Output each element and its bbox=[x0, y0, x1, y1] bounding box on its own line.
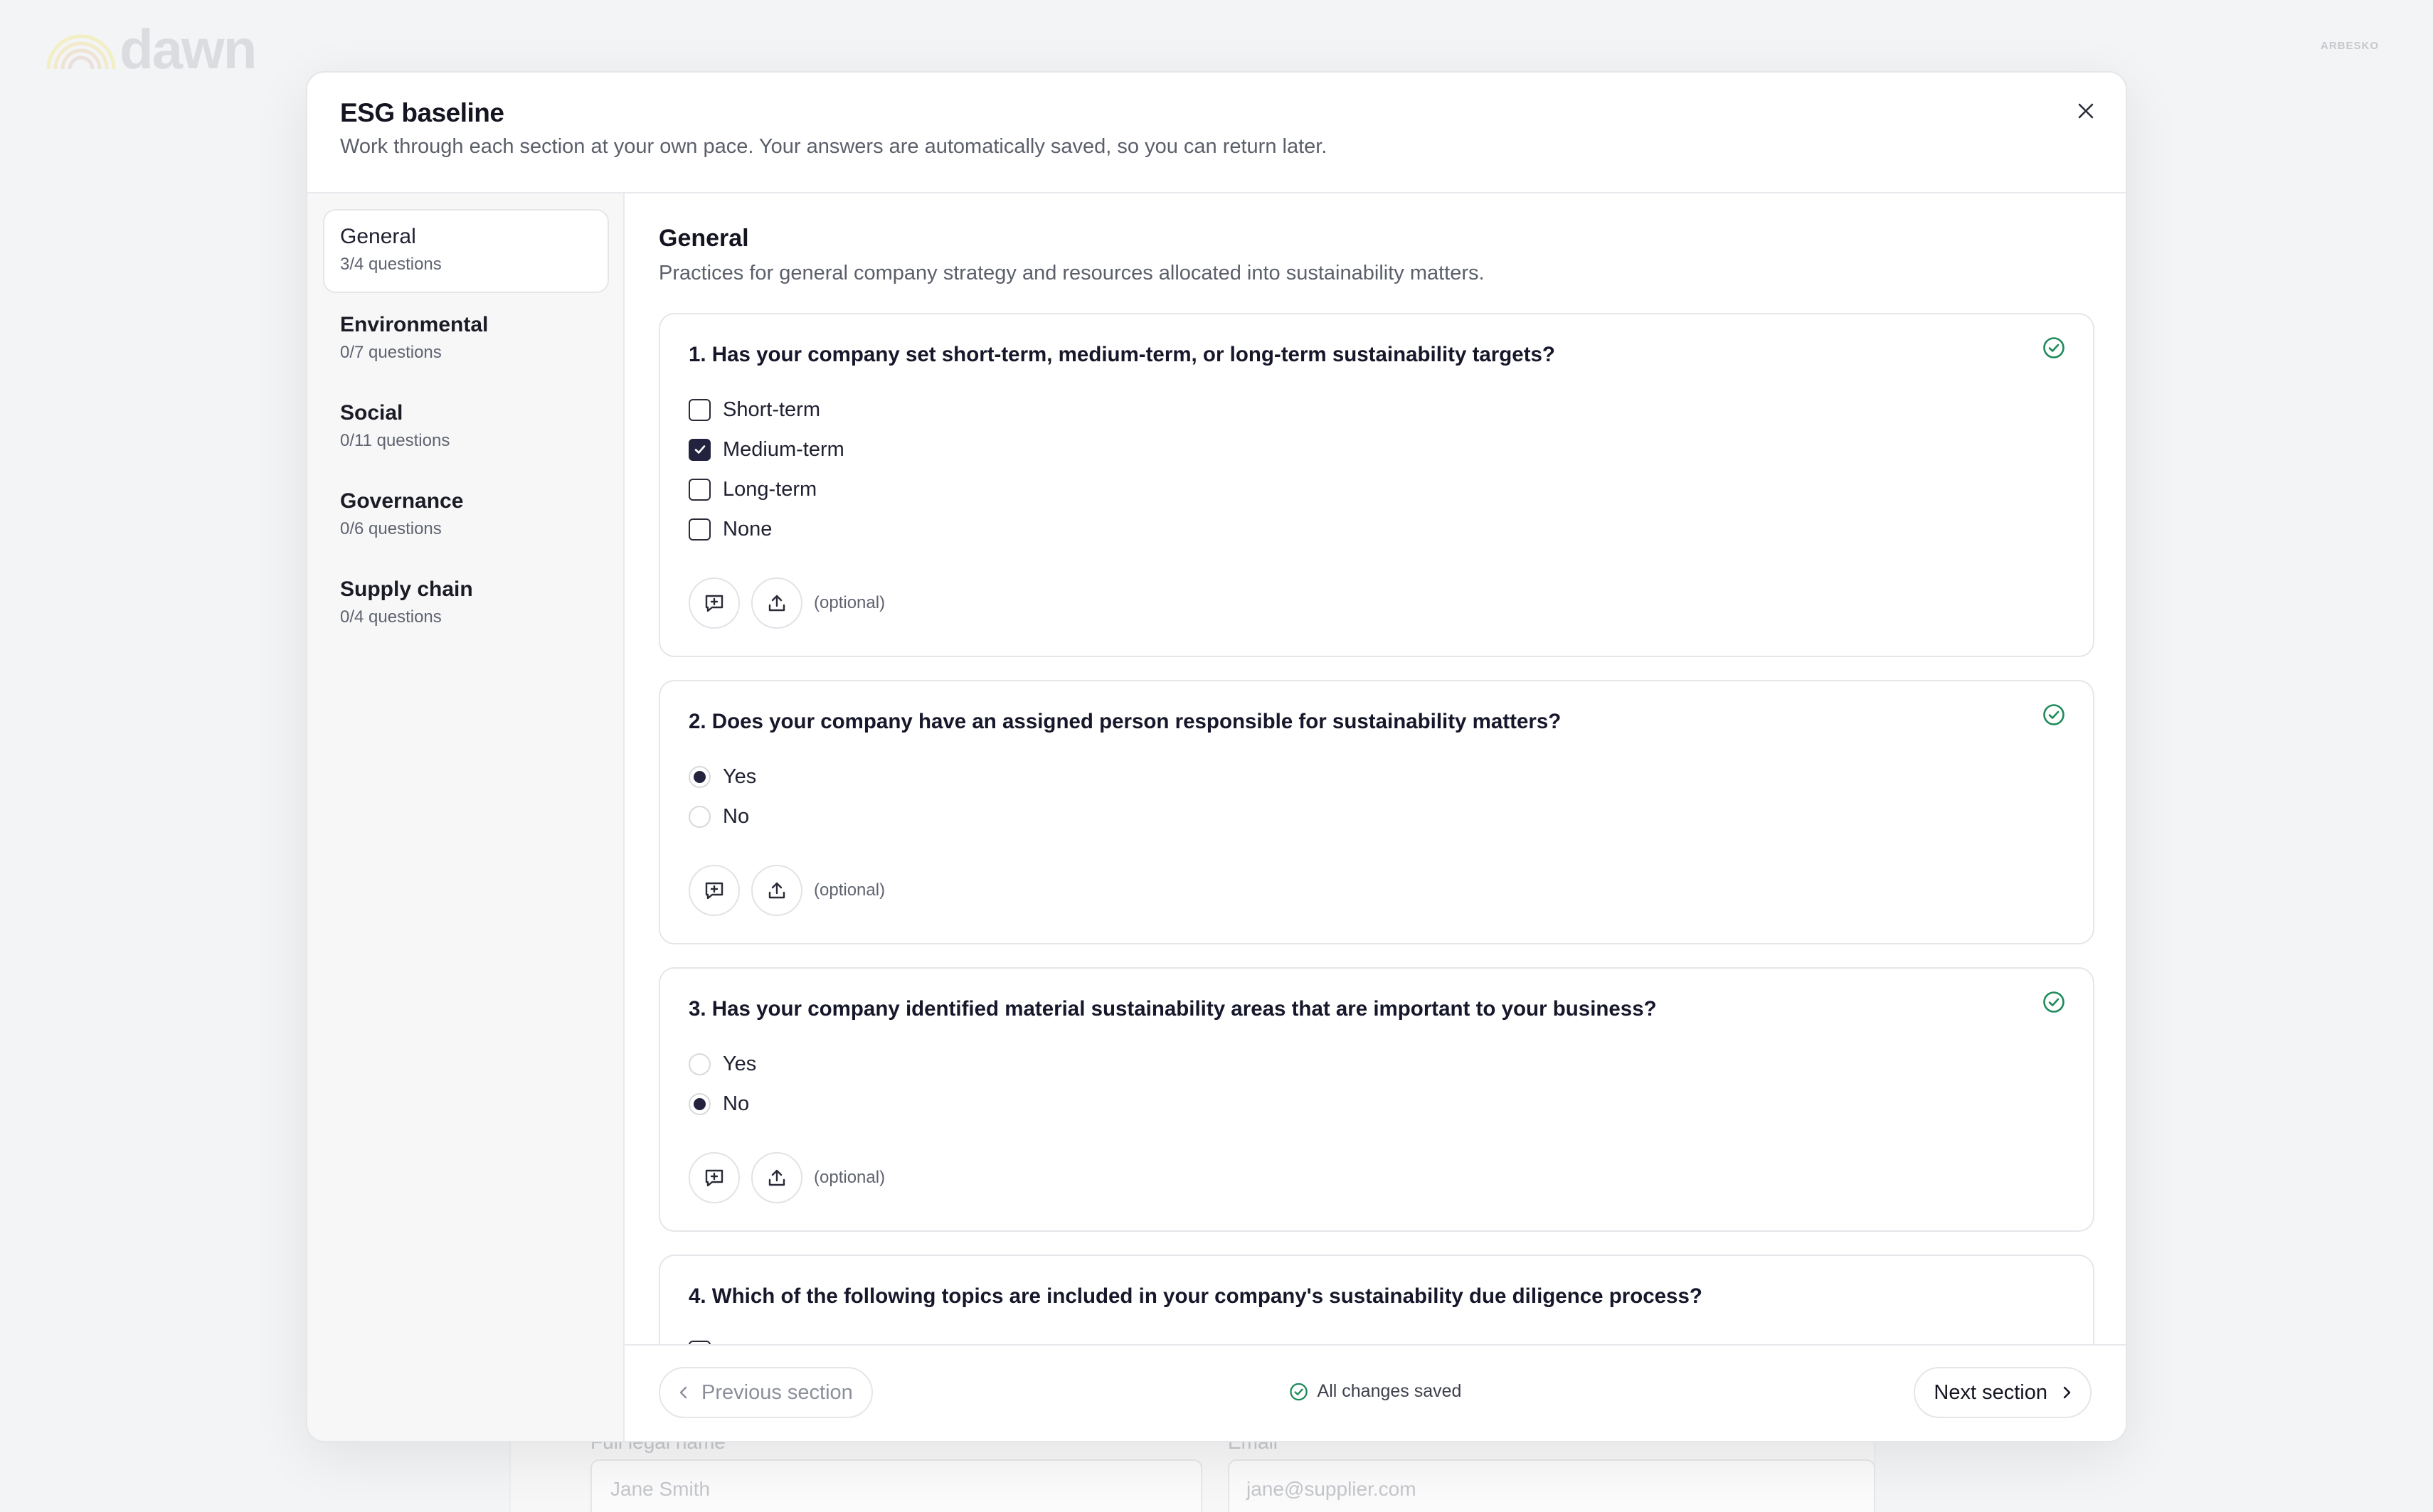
comment-plus-icon bbox=[705, 595, 723, 612]
sidebar-item-label: Social bbox=[340, 401, 403, 425]
question-card-1: 1. Has your company set short-term, medi… bbox=[659, 313, 2094, 657]
sidebar-item-environmental[interactable]: Environmental 0/7 questions bbox=[323, 297, 609, 381]
upload-file-button[interactable] bbox=[751, 865, 802, 916]
answered-check-icon bbox=[2043, 704, 2064, 725]
question-text: 4. Which of the following topics are inc… bbox=[689, 1284, 1702, 1308]
option-label: Short-term bbox=[723, 398, 820, 421]
answered-check-icon bbox=[2043, 337, 2064, 358]
radio-selected[interactable] bbox=[689, 765, 711, 788]
checkbox-option-none[interactable]: None bbox=[689, 515, 772, 543]
checkbox-option[interactable] bbox=[689, 1337, 711, 1344]
next-section-label: Next section bbox=[1934, 1380, 2047, 1404]
question-text: 1. Has your company set short-term, medi… bbox=[689, 343, 1555, 366]
chevron-left-icon bbox=[679, 1386, 687, 1399]
checkbox-option-short-term[interactable]: Short-term bbox=[689, 395, 820, 424]
radio[interactable] bbox=[689, 1053, 711, 1075]
question-text: 3. Has your company identified material … bbox=[689, 997, 1657, 1021]
comment-plus-icon bbox=[705, 882, 723, 900]
checkbox[interactable] bbox=[689, 518, 711, 541]
save-status-label: All changes saved bbox=[1317, 1381, 1462, 1401]
option-label: No bbox=[723, 804, 750, 828]
add-comment-button[interactable] bbox=[689, 1152, 740, 1203]
question-card-3: 3. Has your company identified material … bbox=[659, 967, 2094, 1232]
sidebar-item-supply-chain[interactable]: Supply chain 0/4 questions bbox=[323, 562, 609, 646]
close-icon bbox=[2078, 103, 2094, 119]
question-text: 2. Does your company have an assigned pe… bbox=[689, 710, 1562, 733]
option-label: Long-term bbox=[723, 477, 817, 501]
section-title: General bbox=[659, 225, 749, 252]
upload-file-button[interactable] bbox=[751, 577, 802, 629]
checkbox[interactable] bbox=[689, 478, 711, 501]
background-logo: dawn bbox=[43, 18, 257, 80]
sidebar-item-label: General bbox=[340, 225, 416, 248]
question-card-4: 4. Which of the following topics are inc… bbox=[659, 1255, 2094, 1344]
radio-selected[interactable] bbox=[689, 1092, 711, 1115]
sidebar-item-count: 0/7 questions bbox=[340, 343, 442, 362]
sidebar-item-governance[interactable]: Governance 0/6 questions bbox=[323, 474, 609, 558]
question-actions: (optional) bbox=[689, 577, 885, 629]
background-brand: ARBESKO bbox=[2320, 40, 2379, 52]
sidebar-item-count: 3/4 questions bbox=[340, 255, 442, 274]
option-label: None bbox=[723, 517, 773, 541]
sidebar-item-count: 0/4 questions bbox=[340, 607, 442, 627]
section-description: Practices for general company strategy a… bbox=[659, 262, 1485, 284]
radio[interactable] bbox=[689, 805, 711, 828]
modal-header: ESG baseline Work through each section a… bbox=[307, 73, 2126, 193]
background-logo-text: dawn bbox=[120, 18, 257, 80]
background-name-placeholder: Jane Smith bbox=[610, 1478, 711, 1500]
option-label: No bbox=[723, 1092, 750, 1115]
checkmark-icon bbox=[694, 445, 705, 454]
saved-check-icon bbox=[1290, 1383, 1308, 1400]
sidebar-item-general[interactable]: General 3/4 questions bbox=[323, 209, 609, 293]
radio-option-yes[interactable]: Yes bbox=[689, 1050, 756, 1078]
chevron-right-icon bbox=[2063, 1386, 2071, 1399]
sidebar-item-label: Supply chain bbox=[340, 577, 473, 601]
upload-icon bbox=[768, 882, 785, 899]
optional-label: (optional) bbox=[814, 593, 886, 612]
optional-label: (optional) bbox=[814, 880, 886, 900]
radio-option-yes[interactable]: Yes bbox=[689, 762, 756, 791]
add-comment-button[interactable] bbox=[689, 577, 740, 629]
questions-panel[interactable]: General Practices for general company st… bbox=[625, 193, 2126, 1344]
sidebar-item-label: Governance bbox=[340, 489, 464, 513]
optional-label: (optional) bbox=[814, 1168, 886, 1187]
question-actions: (optional) bbox=[689, 1152, 885, 1203]
sunrise-logo-icon bbox=[46, 34, 116, 70]
option-label: Medium-term bbox=[723, 437, 844, 461]
question-actions: (optional) bbox=[689, 865, 885, 916]
sidebar-item-label: Environmental bbox=[340, 313, 489, 336]
background-email-placeholder: jane@supplier.com bbox=[1246, 1478, 1416, 1500]
esg-baseline-modal: ESG baseline Work through each section a… bbox=[306, 71, 2127, 1442]
previous-section-button[interactable]: Previous section bbox=[659, 1367, 873, 1418]
sidebar-item-count: 0/11 questions bbox=[340, 431, 450, 450]
next-section-button[interactable]: Next section bbox=[1914, 1367, 2092, 1418]
answered-check-icon bbox=[2043, 991, 2064, 1013]
option-label: Yes bbox=[723, 1052, 757, 1075]
question-card-2: 2. Does your company have an assigned pe… bbox=[659, 680, 2094, 944]
save-status: All changes saved bbox=[1289, 1381, 1462, 1402]
checkbox[interactable] bbox=[689, 398, 711, 421]
radio-option-no[interactable]: No bbox=[689, 802, 749, 831]
modal-title: ESG baseline bbox=[340, 98, 504, 127]
comment-plus-icon bbox=[705, 1169, 723, 1187]
checkbox-option-long-term[interactable]: Long-term bbox=[689, 475, 817, 504]
option-label: Yes bbox=[723, 765, 757, 788]
checkbox-checked[interactable] bbox=[689, 438, 711, 461]
add-comment-button[interactable] bbox=[689, 865, 740, 916]
checkbox-option-medium-term[interactable]: Medium-term bbox=[689, 435, 844, 464]
section-sidebar: General 3/4 questions Environmental 0/7 … bbox=[307, 193, 625, 1441]
upload-file-button[interactable] bbox=[751, 1152, 802, 1203]
close-button[interactable] bbox=[2066, 91, 2106, 131]
radio-option-no[interactable]: No bbox=[689, 1090, 749, 1118]
sidebar-item-social[interactable]: Social 0/11 questions bbox=[323, 385, 609, 469]
sidebar-item-count: 0/6 questions bbox=[340, 519, 442, 538]
modal-subtitle: Work through each section at your own pa… bbox=[340, 135, 1327, 158]
modal-footer: Previous section All changes saved Next … bbox=[625, 1344, 2126, 1441]
previous-section-label: Previous section bbox=[701, 1380, 853, 1404]
upload-icon bbox=[768, 595, 785, 612]
upload-icon bbox=[768, 1169, 785, 1186]
